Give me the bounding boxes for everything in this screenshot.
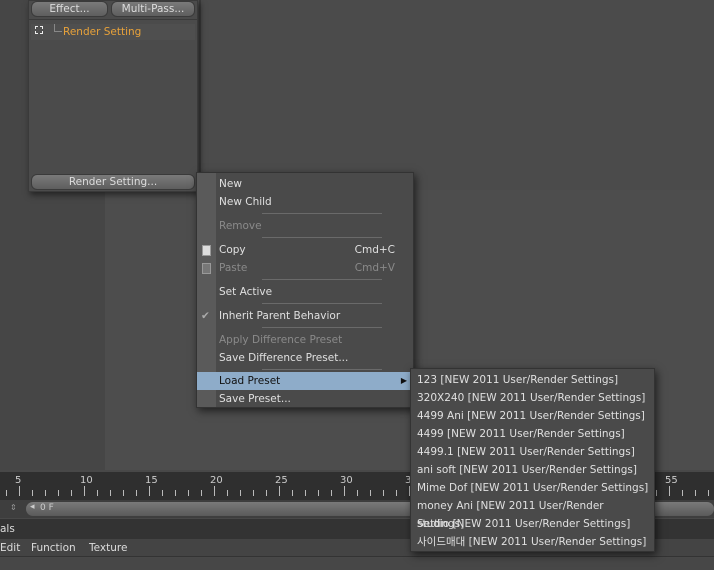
ruler-tick-mark [240, 490, 241, 496]
render-settings-panel: Effect... Multi-Pass... Render Setting R… [28, 0, 198, 192]
clipboard-copy-icon [202, 245, 211, 256]
ruler-tick-mark [370, 490, 371, 496]
ruler-tick-mark [656, 490, 657, 496]
preset-item[interactable]: Mime Dof [NEW 2011 User/Render Settings] [411, 479, 654, 497]
menu-function[interactable]: Function [31, 542, 76, 554]
ruler-tick-mark [344, 486, 345, 496]
divider [262, 213, 382, 214]
menu-item-copy[interactable]: Copy Cmd+C [197, 241, 413, 259]
ruler-tick-mark [201, 490, 202, 496]
menu-item-new-child[interactable]: New Child [197, 193, 413, 211]
checkmark-icon: ✔ [201, 310, 210, 322]
preset-item[interactable]: studio [NEW 2011 User/Render Settings] [411, 515, 654, 533]
divider [262, 237, 382, 238]
context-menu: New New Child Remove Copy Cmd+C Paste Cmd+… [196, 172, 414, 408]
ruler-tick-mark [331, 490, 332, 496]
ruler-tick-mark [32, 490, 33, 496]
ruler-tick-mark [136, 490, 137, 496]
menu-item-set-active[interactable]: Set Active [197, 283, 413, 301]
menu-item-new[interactable]: New [197, 175, 413, 193]
menu-edit[interactable]: Edit [0, 542, 20, 554]
tree-item-render-setting[interactable]: Render Setting [31, 24, 195, 40]
preset-item[interactable]: 123 [NEW 2011 User/Render Settings] [411, 371, 654, 389]
ruler-tick-mark [97, 490, 98, 496]
ruler-tick-mark [162, 490, 163, 496]
ruler-tick-label: 5 [15, 475, 22, 486]
divider [262, 369, 382, 370]
preset-item[interactable]: 4499.1 [NEW 2011 User/Render Settings] [411, 443, 654, 461]
ruler-tick-mark [45, 490, 46, 496]
ruler-tick-mark [682, 490, 683, 496]
ruler-tick-mark [175, 490, 176, 496]
slider-handle-icon[interactable]: ◂ [30, 502, 35, 512]
menu-texture[interactable]: Texture [89, 542, 127, 554]
menu-item-save-preset[interactable]: Save Preset... [197, 390, 413, 408]
ruler-tick-mark [214, 486, 215, 496]
menu-item-inherit-parent-behavior[interactable]: ✔ Inherit Parent Behavior [197, 307, 413, 325]
ruler-tick-mark [71, 490, 72, 496]
ruler-tick-mark [708, 490, 709, 496]
attributes-label: als [0, 523, 15, 535]
ruler-tick-label: 25 [275, 475, 288, 486]
menu-item-load-preset[interactable]: Load Preset ▶ [197, 372, 413, 390]
ruler-tick-mark [695, 490, 696, 496]
ruler-tick-label: 20 [210, 475, 223, 486]
stepper-icon[interactable]: ⇕ [10, 503, 17, 512]
ruler-tick-mark [6, 490, 7, 496]
ruler-tick-mark [19, 486, 20, 496]
ruler-tick-mark [253, 490, 254, 496]
preset-item[interactable]: 사이드매대 [NEW 2011 User/Render Settings] [411, 533, 654, 551]
preset-item[interactable]: money Ani [NEW 2011 User/Render Settings… [411, 497, 654, 530]
divider [262, 279, 382, 280]
ruler-tick-mark [396, 490, 397, 496]
ruler-tick-mark [383, 490, 384, 496]
target-icon [35, 26, 43, 34]
ruler-tick-mark [357, 490, 358, 496]
tree-branch-icon [54, 24, 62, 32]
ruler-tick-mark [279, 486, 280, 496]
preset-item[interactable]: 320X240 [NEW 2011 User/Render Settings] [411, 389, 654, 407]
tree-item-label: Render Setting [63, 26, 142, 38]
frame-value: 0 F [40, 503, 54, 513]
ruler-tick-mark [149, 486, 150, 496]
ruler-tick-mark [266, 490, 267, 496]
ruler-tick-mark [227, 490, 228, 496]
preset-item[interactable]: 4499 [NEW 2011 User/Render Settings] [411, 425, 654, 443]
submenu-arrow-icon: ▶ [400, 376, 407, 385]
ruler-tick-mark [292, 490, 293, 496]
effect-button[interactable]: Effect... [31, 1, 108, 17]
ruler-tick-label: 30 [340, 475, 353, 486]
load-preset-submenu: 123 [NEW 2011 User/Render Settings] 320X2… [410, 368, 655, 552]
preset-item[interactable]: 4499 Ani [NEW 2011 User/Render Settings] [411, 407, 654, 425]
ruler-tick-mark [123, 490, 124, 496]
divider [262, 327, 382, 328]
menu-item-paste[interactable]: Paste Cmd+V [197, 259, 413, 277]
ruler-tick-label: 15 [145, 475, 158, 486]
menu-item-save-difference-preset[interactable]: Save Difference Preset... [197, 349, 413, 367]
ruler-tick-mark [110, 490, 111, 496]
menu-item-remove[interactable]: Remove [197, 217, 413, 235]
ruler-tick-mark [669, 486, 670, 496]
settings-pane [199, 0, 714, 190]
ruler-tick-mark [188, 490, 189, 496]
ruler-tick-label: 10 [80, 475, 93, 486]
ruler-tick-mark [84, 486, 85, 496]
render-setting-button[interactable]: Render Setting... [31, 174, 195, 190]
menu-item-apply-difference-preset[interactable]: Apply Difference Preset [197, 331, 413, 349]
multipass-button[interactable]: Multi-Pass... [111, 1, 195, 17]
ruler-tick-label: 55 [665, 475, 678, 486]
preset-item[interactable]: ani soft [NEW 2011 User/Render Settings] [411, 461, 654, 479]
divider [262, 303, 382, 304]
clipboard-paste-icon [202, 263, 211, 274]
ruler-tick-mark [318, 490, 319, 496]
ruler-tick-mark [58, 490, 59, 496]
ruler-tick-mark [305, 490, 306, 496]
